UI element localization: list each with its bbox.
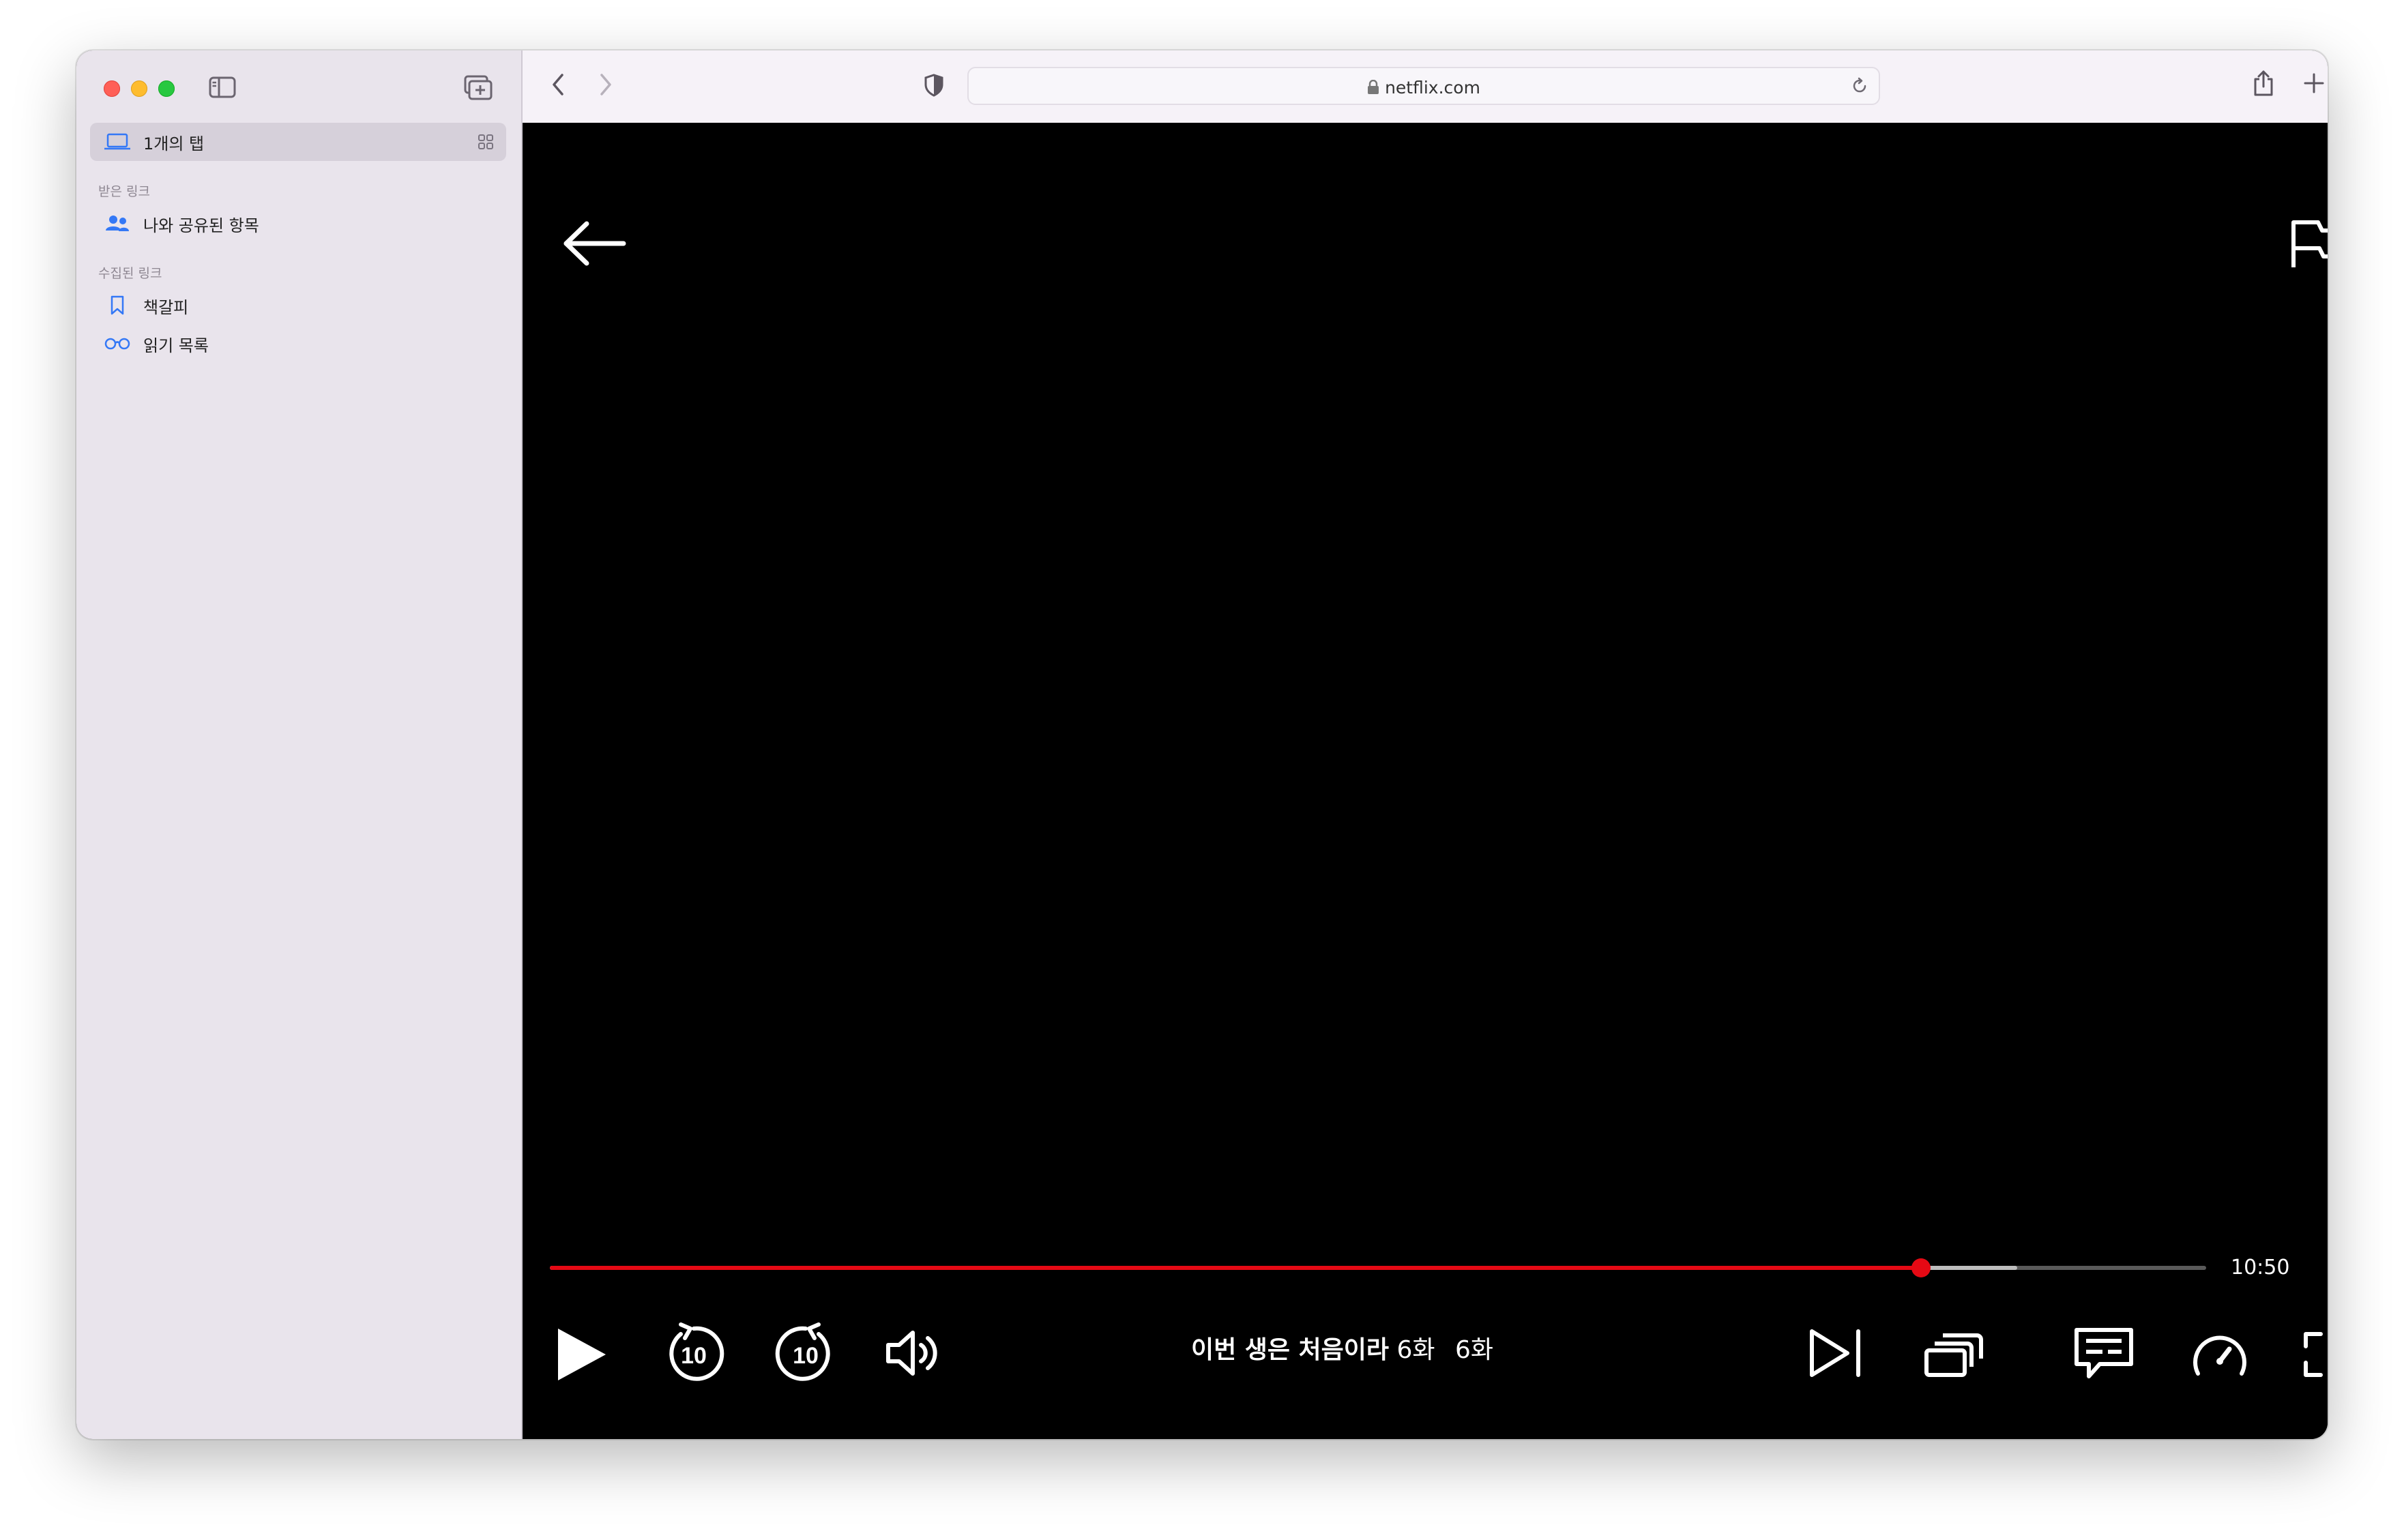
arrow-left-icon [563, 221, 626, 266]
sidebar-toggle-button[interactable] [209, 76, 236, 101]
shared-people-icon [102, 214, 132, 233]
report-problem-button[interactable] [2288, 218, 2328, 273]
next-episode-button[interactable] [1808, 1327, 1865, 1382]
sidebar-item-bookmarks[interactable]: 책갈피 [90, 286, 506, 325]
fullscreen-button[interactable] [2302, 1330, 2328, 1382]
reload-button[interactable] [1850, 76, 1869, 98]
time-remaining: 10:50 [2231, 1256, 2290, 1279]
forward-10-button[interactable]: 10 [772, 1320, 839, 1390]
received-links-heading: 받은 링크 [98, 184, 150, 199]
forward-10-icon: 10 [775, 1322, 830, 1381]
episodes-stack-icon [1924, 1333, 1983, 1377]
rewind-10-icon: 10 [669, 1322, 724, 1381]
flag-icon [2291, 220, 2328, 267]
collected-links-heading: 수집된 링크 [98, 266, 162, 281]
episode-code: 6화 [1396, 1336, 1435, 1364]
chevron-left-icon [553, 74, 563, 95]
subtitles-audio-button[interactable] [2072, 1326, 2135, 1384]
show-title: 이번 생은 처음이라 [1191, 1336, 1390, 1364]
next-episode-icon [1810, 1329, 1860, 1377]
minimize-window-button[interactable] [131, 80, 147, 97]
forward-seconds-label: 10 [793, 1343, 819, 1369]
share-button[interactable] [2253, 70, 2274, 100]
sidebar-item-label: 나와 공유된 항목 [143, 216, 259, 235]
lock-icon [1367, 79, 1379, 99]
progress-fill [550, 1266, 1922, 1270]
episode-title: 이번 생은 처음이라 6화 6화 [1191, 1330, 1493, 1365]
browser-toolbar: netflix.com [523, 50, 2328, 124]
safari-window: 1개의 탭 받은 링크 나와 공유된 항목 수집된 링크 책갈피 읽기 목록 n… [76, 50, 2328, 1439]
new-tab-group-icon [464, 75, 493, 100]
sidebar-item-tabs[interactable]: 1개의 탭 [90, 123, 506, 161]
sidebar-icon [209, 76, 236, 98]
progress-track[interactable] [550, 1258, 2206, 1277]
privacy-report-button[interactable] [924, 74, 944, 100]
sidebar-item-label: 읽기 목록 [143, 336, 209, 355]
share-icon [2254, 70, 2273, 96]
shield-icon [924, 74, 943, 97]
scrubber-handle[interactable] [1911, 1258, 1931, 1277]
episodes-button[interactable] [1922, 1327, 1985, 1382]
bookmark-icon [102, 295, 132, 316]
sidebar-item-reading-list[interactable]: 읽기 목록 [90, 325, 506, 363]
rewind-seconds-label: 10 [681, 1343, 707, 1369]
play-button[interactable] [554, 1326, 609, 1386]
tab-overview-icon[interactable] [478, 134, 494, 154]
back-button[interactable] [550, 71, 566, 101]
zoom-window-button[interactable] [158, 80, 175, 97]
playback-speed-button[interactable] [2191, 1331, 2248, 1382]
laptop-icon [102, 133, 132, 151]
reading-glasses-icon [102, 337, 132, 351]
rewind-10-button[interactable]: 10 [660, 1320, 727, 1390]
sidebar: 1개의 탭 받은 링크 나와 공유된 항목 수집된 링크 책갈피 읽기 목록 [76, 50, 523, 1439]
new-tab-button[interactable] [2303, 72, 2325, 97]
sidebar-item-shared-with-you[interactable]: 나와 공유된 항목 [90, 205, 506, 243]
sidebar-item-label: 책갈피 [143, 297, 189, 317]
forward-button[interactable] [598, 71, 614, 101]
chevron-right-icon [600, 74, 611, 95]
plus-icon [2304, 73, 2324, 93]
subtitles-icon [2075, 1328, 2133, 1378]
close-window-button[interactable] [104, 80, 120, 97]
address-bar[interactable]: netflix.com [967, 67, 1880, 105]
reload-icon [1853, 77, 1866, 93]
sidebar-item-label: 1개의 탭 [143, 134, 205, 153]
fullscreen-icon [2304, 1332, 2323, 1377]
new-tab-group-button[interactable] [464, 75, 494, 104]
play-icon [558, 1329, 606, 1380]
episode-name: 6화 [1454, 1336, 1493, 1364]
speedometer-icon [2193, 1335, 2246, 1376]
speaker-icon [886, 1331, 937, 1376]
back-to-browse-button[interactable] [562, 220, 628, 270]
volume-button[interactable] [884, 1326, 941, 1383]
url-text: netflix.com [1385, 78, 1480, 98]
video-player[interactable]: 10:50 10 10 이번 생은 처음이라 6화 6화 [523, 123, 2328, 1439]
